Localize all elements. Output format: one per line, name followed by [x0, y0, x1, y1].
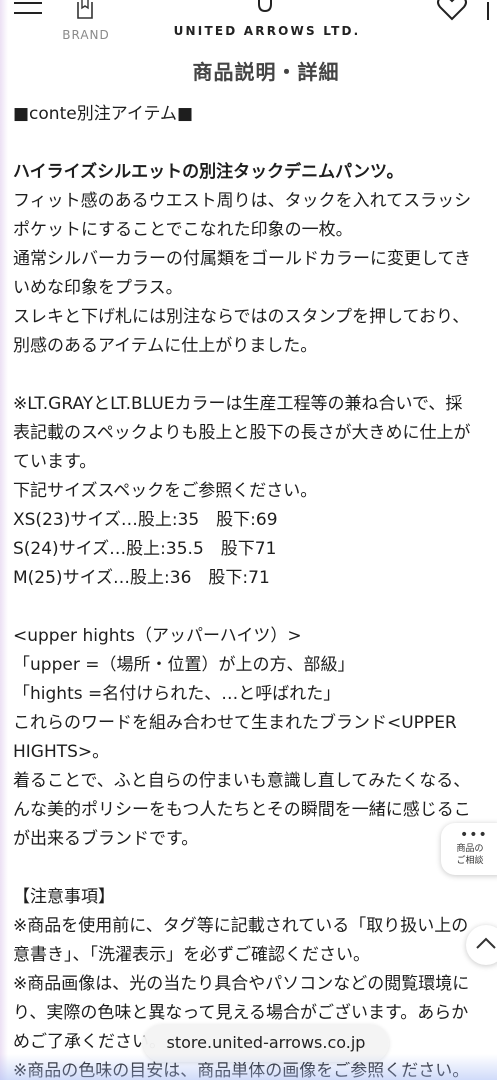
notice-line: ※LT.GRAYとLT.BLUEカラーは生産工程等の兼ね合いで、採 — [13, 394, 463, 414]
chat-dots-icon: ••• — [460, 827, 488, 843]
cart-icon[interactable] — [486, 0, 497, 22]
notice-line: 下記サイズスペックをご参照ください。 — [13, 481, 318, 501]
consult-label-line: ご相談 — [456, 856, 484, 866]
description-line: いめな印象をプラス。 — [13, 278, 183, 298]
notice-line: ています。 — [13, 452, 97, 472]
tag-line: ■conte別注アイテム■ — [13, 104, 194, 124]
section-title: 商品説明・詳細 — [192, 60, 340, 84]
brand-story-line: <upper hights（アッパーハイツ）> — [13, 626, 302, 646]
brand-story-line: 「hights =名付けられた、…と呼ばれた」 — [13, 684, 341, 704]
hamburger-menu-icon[interactable] — [14, 2, 42, 22]
consult-label: 商品の ご相談 — [446, 843, 494, 867]
product-description: ■conte別注アイテム■ ハイライズシルエットの別注タックデニムパンツ。 フィ… — [13, 100, 497, 1086]
description-line: スレキと下げ札には別注ならではのスタンプを押しており、 — [13, 307, 470, 327]
chevron-up-icon — [476, 937, 496, 949]
caution-line: ※商品を使用前に、タグ等に記載されている「取り扱い上の — [13, 916, 469, 936]
edge-glow — [0, 0, 8, 1080]
logo-mark-icon — [258, 0, 272, 13]
description-line: ポケットにすることでこなれた印象の一枚。 — [13, 220, 353, 240]
brand-story-line: が出来るブランドです。 — [13, 829, 199, 849]
browser-url-bar[interactable]: store.united-arrows.co.jp — [143, 1024, 389, 1062]
size-spec-line: M(25)サイズ…股上:36 股下:71 — [13, 568, 270, 588]
size-spec-line: XS(23)サイズ…股上:35 股下:69 — [13, 510, 278, 530]
brand-story-line: HIGHTS>。 — [13, 742, 110, 762]
description-line: 通常シルバーカラーの付属類をゴールドカラーに変更してき — [13, 249, 471, 269]
product-consult-button[interactable]: ••• 商品の ご相談 — [441, 823, 497, 875]
brand-story-line: んな美的ポリシーをもつ人たちとその瞬間を一緒に感じるこ — [13, 800, 471, 820]
brand-label: BRAND — [62, 28, 110, 42]
caution-heading: 【注意事項】 — [13, 887, 115, 907]
brand-tag-icon — [77, 0, 93, 19]
consult-label-line: 商品の — [456, 844, 484, 854]
brand-story-line: 「upper =（場所・位置）が上の方、部級」 — [13, 655, 355, 675]
description-line: 別感のあるアイテムに仕上がりました。 — [13, 336, 318, 356]
description-line: ハイライズシルエットの別注タックデニムパンツ。 — [13, 162, 404, 182]
top-header: BRAND UNITED ARROWS LTD. — [0, 0, 497, 48]
caution-line: 意書き」、「洗濯表示」を必ずご確認ください。 — [13, 945, 370, 965]
notice-line: 表記載のスペックよりも股上と股下の長さが大きめに仕上が — [13, 423, 471, 443]
caution-line: ※商品画像は、光の当たり具合やパソコンなどの閲覧環境に — [13, 974, 470, 994]
size-spec-line: S(24)サイズ…股上:35.5 股下71 — [13, 539, 277, 559]
brand-story-line: これらのワードを組み合わせて生まれたブランド<UPPER — [13, 713, 457, 733]
brand-story-line: 着ることで、ふと自らの佇まいも意識し直してみたくなる、 — [13, 771, 471, 791]
site-logo[interactable]: UNITED ARROWS LTD. — [172, 24, 362, 38]
description-line: フィット感のあるウエスト周りは、タックを入れてスラッシ — [13, 191, 472, 211]
brand-button[interactable]: BRAND — [56, 0, 116, 46]
favorite-heart-icon[interactable] — [436, 0, 468, 22]
